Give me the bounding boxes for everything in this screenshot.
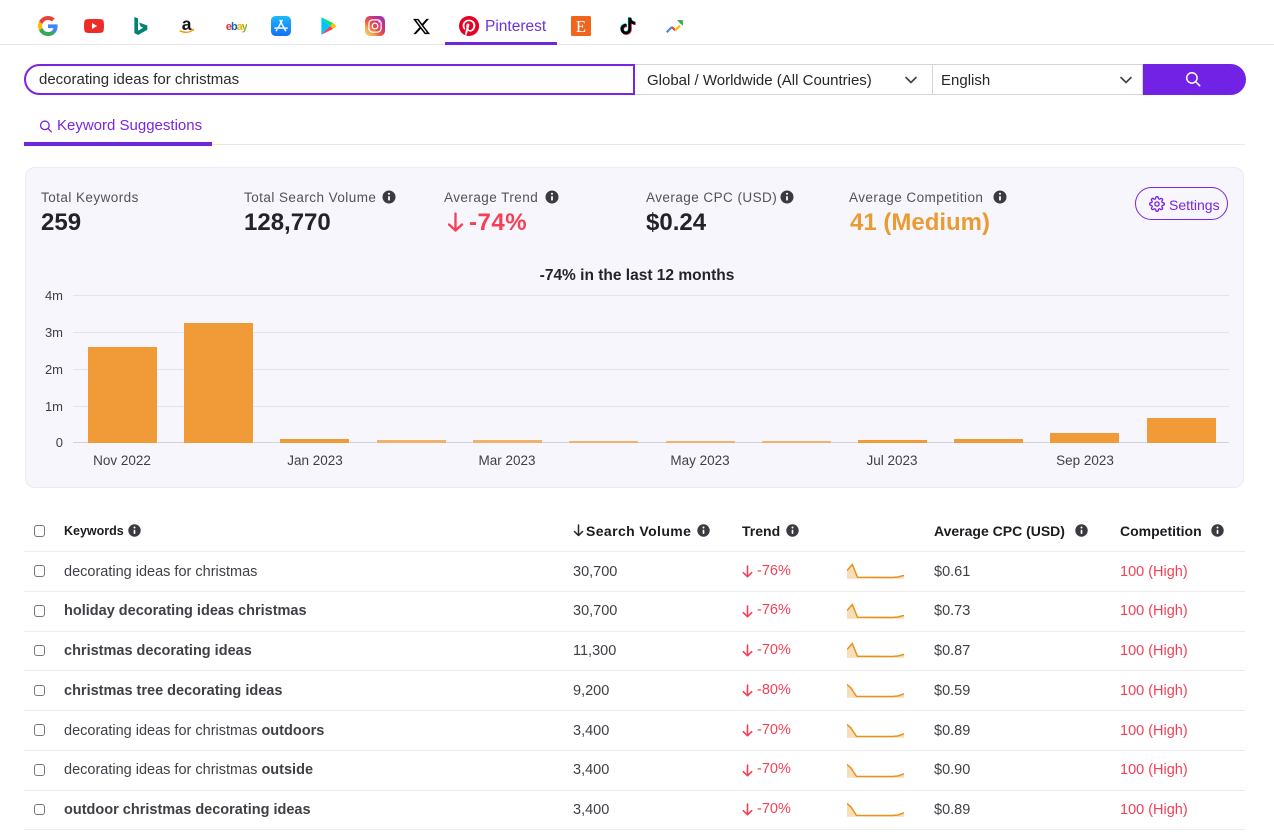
svg-text:ebay: ebay	[226, 21, 247, 33]
svg-text:E: E	[576, 17, 586, 36]
